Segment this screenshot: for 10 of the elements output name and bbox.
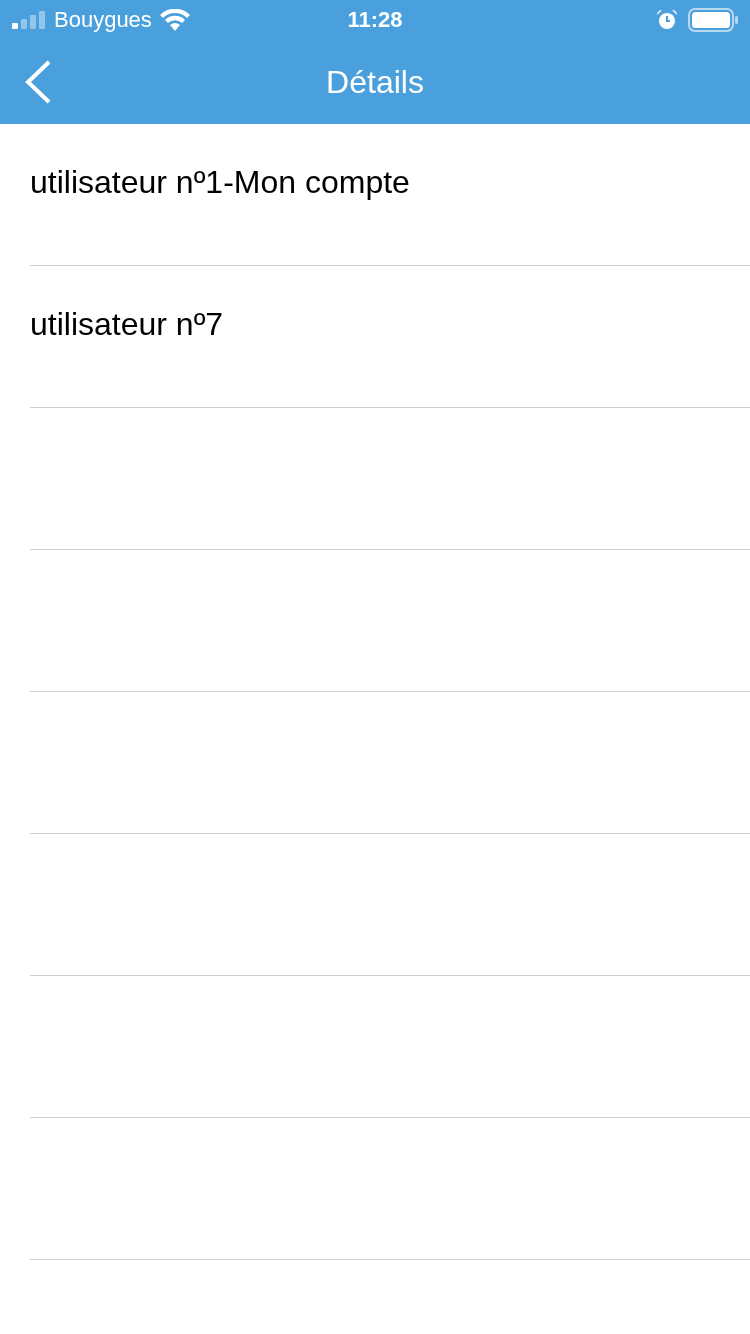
wifi-icon: [159, 9, 190, 31]
user-list-item[interactable]: utilisateur nº1-Mon compte: [30, 164, 410, 201]
screen-title: Détails: [326, 63, 424, 100]
user-list-item[interactable]: utilisateur nº7: [30, 306, 224, 343]
signal-icon: [12, 11, 46, 29]
clock-time: 11:28: [347, 7, 403, 32]
carrier-name: Bouygues: [54, 7, 152, 33]
alarm-clock-icon: [656, 9, 678, 31]
chevron-left-icon: [24, 60, 52, 104]
battery-icon: [688, 8, 738, 32]
